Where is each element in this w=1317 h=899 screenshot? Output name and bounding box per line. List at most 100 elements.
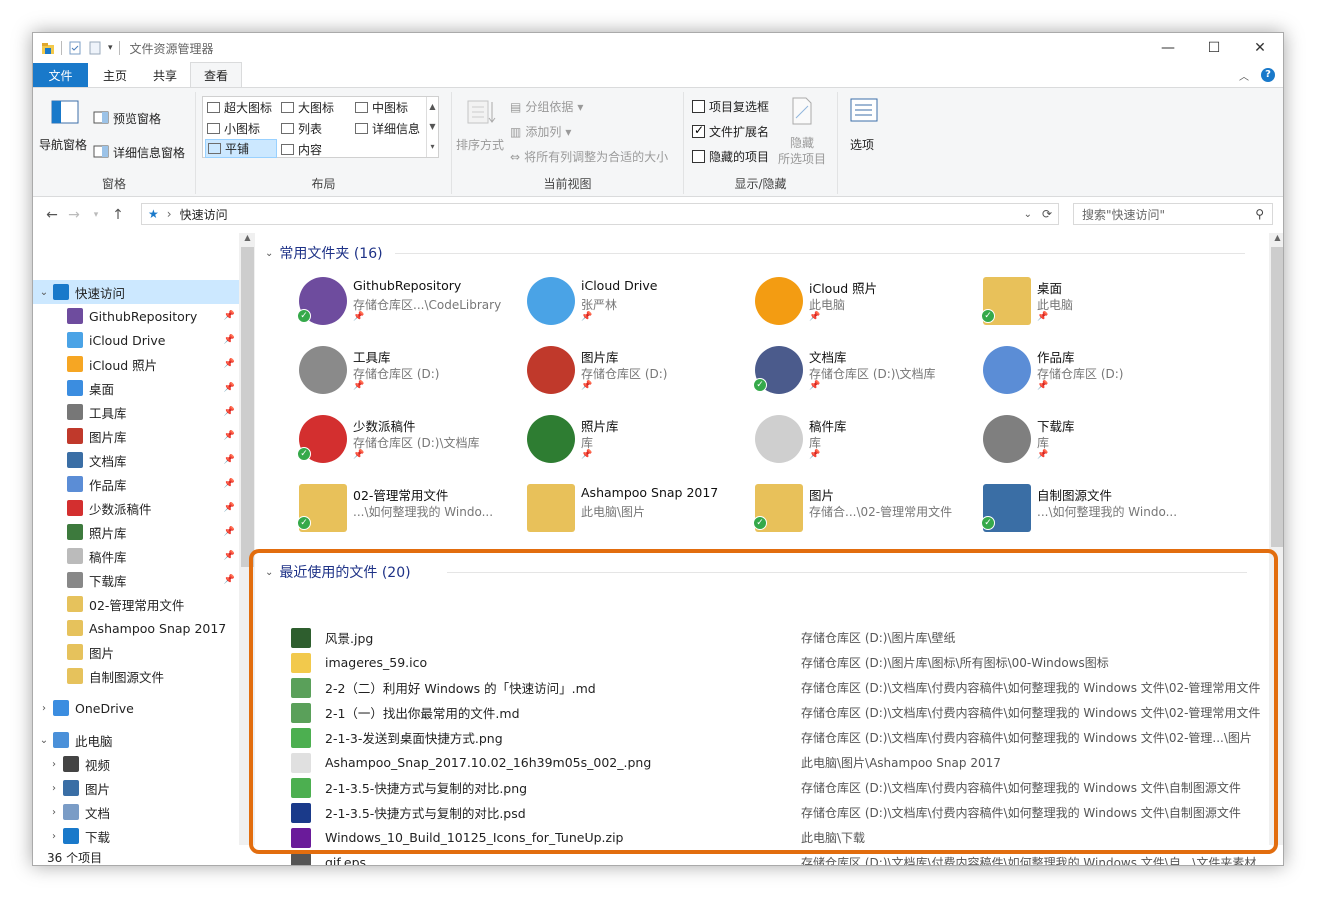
frequent-folder-tile[interactable]: ✓ GithubRepository 存储仓库区...\CodeLibrary 📌 <box>291 271 519 331</box>
layout-content[interactable]: 内容 <box>281 141 322 158</box>
options-button[interactable]: 选项 <box>850 136 874 153</box>
refresh-icon[interactable]: ⟳ <box>1042 207 1052 221</box>
close-icon[interactable]: ✕ <box>1237 33 1283 63</box>
pin-icon[interactable]: 📌 <box>224 311 235 321</box>
customize-qat-icon[interactable]: ▾ <box>108 43 113 53</box>
add-columns-button[interactable]: ▥ 添加列 ▾ <box>510 123 571 140</box>
nav-onedrive[interactable]: › OneDrive <box>33 696 239 720</box>
nav-pc-item-1[interactable]: › 图片 <box>33 776 239 800</box>
frequent-folder-tile[interactable]: ✓ 少数派稿件 存储仓库区 (D:)\文档库 📌 <box>291 409 519 469</box>
nav-item-15[interactable]: 自制图源文件 <box>33 664 239 688</box>
frequent-folder-tile[interactable]: ✓ 文档库 存储仓库区 (D:)\文档库 📌 <box>747 340 975 400</box>
hidden-items-checkbox[interactable] <box>692 150 705 163</box>
frequent-folder-tile[interactable]: ✓ 桌面 此电脑 📌 <box>975 271 1203 331</box>
scroll-up-icon[interactable]: ▲ <box>1269 233 1283 242</box>
layout-large[interactable]: 大图标 <box>281 99 334 116</box>
up-icon[interactable]: ↑ <box>107 207 129 223</box>
frequent-folder-tile[interactable]: iCloud 照片 此电脑 📌 <box>747 271 975 331</box>
nav-item-10[interactable]: 稿件库 📌 <box>33 544 239 568</box>
pin-icon[interactable]: 📌 <box>224 551 235 561</box>
sort-button[interactable]: 排序方式 <box>456 136 504 153</box>
expand-chevron-icon[interactable]: ⌄ <box>37 735 51 746</box>
details-pane-button[interactable]: 详细信息窗格 <box>93 144 185 161</box>
nav-item-7[interactable]: 作品库 📌 <box>33 472 239 496</box>
layout-medium[interactable]: 中图标 <box>355 99 408 116</box>
collapse-chevron-icon[interactable]: › <box>37 703 51 714</box>
pin-icon[interactable]: 📌 <box>224 527 235 537</box>
frequent-folder-tile[interactable]: iCloud Drive 张严林 📌 <box>519 271 747 331</box>
frequent-folder-tile[interactable]: 照片库库 📌 <box>519 409 747 469</box>
hidden-items-toggle[interactable]: 隐藏的项目 <box>692 148 769 165</box>
new-folder-icon[interactable] <box>88 41 102 55</box>
nav-scroll-thumb[interactable] <box>241 247 254 567</box>
minimize-icon[interactable]: — <box>1145 33 1191 63</box>
frequent-folder-tile[interactable]: Ashampoo Snap 2017 此电脑\图片 <box>519 478 747 538</box>
tab-home[interactable]: 主页 <box>90 63 140 87</box>
nav-item-11[interactable]: 下载库 📌 <box>33 568 239 592</box>
tab-view[interactable]: 查看 <box>190 62 243 87</box>
group-by-button[interactable]: ▤ 分组依据 ▾ <box>510 98 583 115</box>
nav-item-6[interactable]: 文档库 📌 <box>33 448 239 472</box>
nav-pc-item-0[interactable]: › 视频 <box>33 752 239 776</box>
expand-chevron-icon[interactable]: ⌄ <box>37 287 51 298</box>
layout-extra-large[interactable]: 超大图标 <box>207 99 272 116</box>
collapse-chevron-icon[interactable]: › <box>47 759 61 770</box>
nav-item-5[interactable]: 图片库 📌 <box>33 424 239 448</box>
nav-quick-access[interactable]: ⌄ 快速访问 <box>33 280 239 304</box>
back-icon[interactable]: ← <box>41 207 63 223</box>
address-bar[interactable]: ★ › 快速访问 ⌄ ⟳ <box>141 203 1059 225</box>
layout-details[interactable]: 详细信息 <box>355 120 420 137</box>
search-input[interactable]: 搜索"快速访问" ⚲ <box>1073 203 1273 225</box>
hide-selected-button[interactable]: 隐藏 <box>790 134 814 151</box>
nav-item-4[interactable]: 工具库 📌 <box>33 400 239 424</box>
frequent-folder-tile[interactable]: 图片库 存储仓库区 (D:) 📌 <box>519 340 747 400</box>
pin-icon[interactable]: 📌 <box>224 503 235 513</box>
collapse-chevron-icon[interactable]: › <box>47 831 61 842</box>
file-extensions-checkbox[interactable] <box>692 123 705 138</box>
forward-icon[interactable]: → <box>63 207 85 223</box>
nav-item-9[interactable]: 照片库 📌 <box>33 520 239 544</box>
pin-icon[interactable]: 📌 <box>224 575 235 585</box>
nav-item-0[interactable]: GithubRepository 📌 <box>33 304 239 328</box>
maximize-icon[interactable]: ☐ <box>1191 33 1237 63</box>
item-checkboxes-toggle[interactable]: 项目复选框 <box>692 98 769 115</box>
layout-small[interactable]: 小图标 <box>207 120 260 137</box>
nav-pc-item-2[interactable]: › 文档 <box>33 800 239 824</box>
pin-icon[interactable]: 📌 <box>224 431 235 441</box>
collapse-ribbon-icon[interactable]: ︿ <box>1239 68 1249 83</box>
nav-pane-button[interactable]: 导航窗格 <box>39 136 87 153</box>
pin-icon[interactable]: 📌 <box>224 455 235 465</box>
pin-icon[interactable]: 📌 <box>224 383 235 393</box>
frequent-folder-tile[interactable]: 作品库 存储仓库区 (D:) 📌 <box>975 340 1203 400</box>
frequent-folder-tile[interactable]: 工具库 存储仓库区 (D:) 📌 <box>291 340 519 400</box>
nav-item-3[interactable]: 桌面 📌 <box>33 376 239 400</box>
layout-tiles[interactable]: 平铺 <box>205 139 277 158</box>
nav-this-pc[interactable]: ⌄ 此电脑 <box>33 728 239 752</box>
breadcrumb-quick-access[interactable]: 快速访问 <box>180 206 228 223</box>
preview-pane-button[interactable]: 预览窗格 <box>93 110 161 127</box>
layout-scroll-icon[interactable]: ▲ ▼ ▾ <box>426 97 438 157</box>
frequent-folder-tile[interactable]: ✓ 自制图源文件 ...\如何整理我的 Windo... <box>975 478 1203 538</box>
item-checkboxes-checkbox[interactable] <box>692 100 705 113</box>
collapse-chevron-icon[interactable]: › <box>47 807 61 818</box>
nav-item-1[interactable]: iCloud Drive 📌 <box>33 328 239 352</box>
nav-item-12[interactable]: 02-管理常用文件 <box>33 592 239 616</box>
address-dropdown-icon[interactable]: ⌄ <box>1024 209 1032 220</box>
size-all-columns-button[interactable]: ⇔ 将所有列调整为合适的大小 <box>510 148 668 165</box>
pin-icon[interactable]: 📌 <box>224 359 235 369</box>
layout-list[interactable]: 列表 <box>281 120 322 137</box>
content-scroll-thumb[interactable] <box>1271 247 1283 547</box>
frequent-folder-tile[interactable]: ✓ 图片 存储合...\02-管理常用文件 <box>747 478 975 538</box>
recent-locations-icon[interactable]: ▾ <box>85 210 107 220</box>
tab-share[interactable]: 共享 <box>140 63 190 87</box>
pin-icon[interactable]: 📌 <box>224 479 235 489</box>
nav-item-14[interactable]: 图片 <box>33 640 239 664</box>
frequent-folder-tile[interactable]: 稿件库库 📌 <box>747 409 975 469</box>
nav-pc-item-3[interactable]: › 下载 <box>33 824 239 845</box>
frequent-folder-tile[interactable]: 下载库库 📌 <box>975 409 1203 469</box>
tab-file[interactable]: 文件 <box>33 63 88 87</box>
nav-item-8[interactable]: 少数派稿件 📌 <box>33 496 239 520</box>
pin-icon[interactable]: 📌 <box>224 407 235 417</box>
nav-item-2[interactable]: iCloud 照片 📌 <box>33 352 239 376</box>
frequent-folders-header[interactable]: ⌄ 常用文件夹 (16) <box>265 243 383 263</box>
